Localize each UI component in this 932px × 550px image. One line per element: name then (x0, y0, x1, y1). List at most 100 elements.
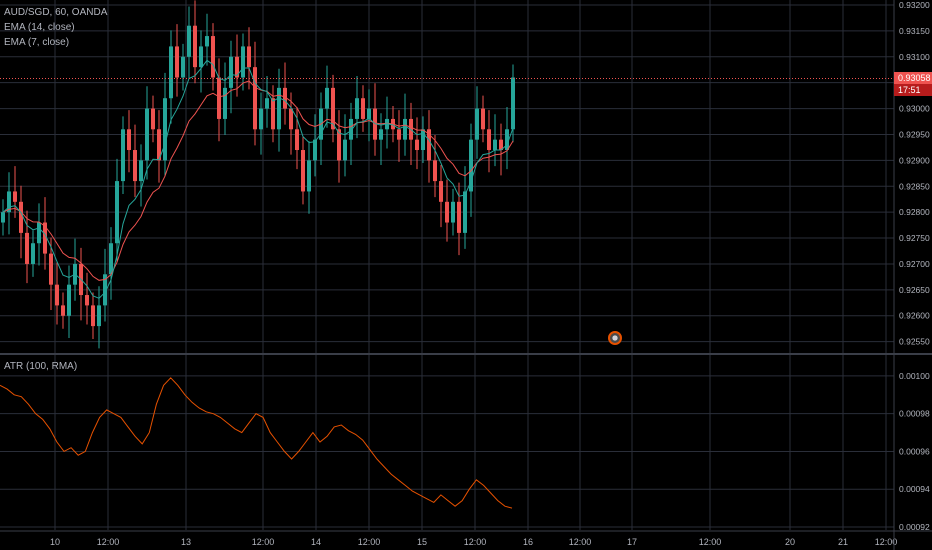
candle-body (277, 87, 281, 130)
candle-body (481, 108, 485, 130)
candle-body (181, 56, 185, 78)
chart-canvas[interactable]: 0.932000.931500.931000.930500.930000.929… (0, 0, 932, 550)
candle-body (445, 201, 449, 223)
time-tick-label: 10 (50, 537, 60, 547)
candle-body (139, 160, 143, 182)
time-tick-label: 12:00 (358, 537, 381, 547)
candle-body (343, 139, 347, 161)
candle-body (313, 139, 317, 161)
candle-body (1, 212, 5, 223)
candle-body (121, 129, 125, 182)
price-tick-label: 0.92950 (899, 129, 930, 139)
candle-body (163, 98, 167, 161)
candle-body (187, 25, 191, 57)
atr-tick-label: 0.00096 (899, 446, 930, 456)
candle-body (19, 201, 23, 233)
candle-body (241, 46, 245, 78)
candle-body (439, 181, 443, 202)
candle-body (367, 108, 371, 119)
price-tick-label: 0.92900 (899, 155, 930, 165)
candle-body (475, 108, 479, 140)
candle-body (361, 98, 365, 119)
time-tick-label: 12:00 (464, 537, 487, 547)
price-tick-label: 0.93200 (899, 0, 930, 10)
candle-body (403, 118, 407, 140)
price-tick-label: 0.92850 (899, 181, 930, 191)
candle-body (337, 129, 341, 161)
time-tick-label: 17 (627, 537, 637, 547)
candle-body (31, 243, 35, 264)
candle-body (217, 77, 221, 119)
candle-body (25, 232, 29, 264)
candle-body (193, 25, 197, 68)
candle-body (223, 87, 227, 119)
candle-body (457, 201, 461, 233)
candle-body (97, 305, 101, 327)
candle-body (115, 181, 119, 244)
candle-body (55, 284, 59, 306)
candle-body (421, 129, 425, 151)
atr-tick-label: 0.00100 (899, 371, 930, 381)
price-tick-label: 0.92750 (899, 233, 930, 243)
candle-body (13, 191, 17, 202)
candle-body (295, 129, 299, 151)
candle-body (355, 98, 359, 119)
candle-body (397, 129, 401, 140)
candle-body (415, 139, 419, 151)
candle-body (91, 305, 95, 327)
candle-body (379, 129, 383, 140)
candle-body (133, 150, 137, 182)
candle-body (487, 129, 491, 151)
candle-body (463, 191, 467, 233)
candle-body (151, 108, 155, 130)
time-tick-label: 20 (785, 537, 795, 547)
time-tick-label: 12:00 (252, 537, 275, 547)
atr-line (0, 377, 513, 509)
legend-atr: ATR (100, RMA) (4, 361, 78, 372)
crosshair-marker[interactable] (608, 331, 622, 345)
candle-body (145, 108, 149, 161)
countdown-tag: 17:51 (894, 84, 932, 96)
candle-body (37, 222, 41, 244)
candle-body (265, 98, 269, 109)
candle-body (511, 77, 515, 130)
price-tick-label: 0.92600 (899, 311, 930, 321)
time-tick-label: 12:00 (569, 537, 592, 547)
time-tick-label: 13 (181, 537, 191, 547)
candle-body (205, 36, 209, 47)
candle-body (61, 305, 65, 316)
candle-body (211, 36, 215, 78)
price-tick-label: 0.93150 (899, 26, 930, 36)
price-tick-label: 0.92550 (899, 337, 930, 347)
legend-ema7: EMA (7, close) (4, 37, 70, 48)
candle-body (493, 139, 497, 151)
candle-body (247, 46, 251, 68)
candle-body (259, 108, 263, 130)
atr-tick-label: 0.00098 (899, 409, 930, 419)
price-tick-label: 0.92650 (899, 285, 930, 295)
candle-body (199, 46, 203, 68)
time-tick-label: 12:00 (699, 537, 722, 547)
candle-body (229, 56, 233, 88)
last-price-tag: 0.93058 (894, 72, 932, 84)
candle-body (85, 295, 89, 306)
legend-symbol: AUD/SGD, 60, OANDA (4, 7, 108, 18)
candle-body (169, 46, 173, 99)
price-tick-label: 0.93100 (899, 52, 930, 62)
candle-body (127, 129, 131, 151)
time-tick-label: 16 (523, 537, 533, 547)
candle-body (253, 67, 257, 130)
candle-body (433, 160, 437, 182)
time-tick-label: 21 (838, 537, 848, 547)
candle-body (325, 87, 329, 109)
candle-body (451, 201, 455, 223)
price-tick-label: 0.92700 (899, 259, 930, 269)
atr-tick-label: 0.00094 (899, 484, 930, 494)
legend-ema14: EMA (14, close) (4, 22, 75, 33)
candle-body (307, 160, 311, 192)
candle-body (301, 150, 305, 192)
price-tick-label: 0.93000 (899, 104, 930, 114)
time-tick-label: 14 (311, 537, 321, 547)
candle-body (271, 98, 275, 130)
time-tick-label: 15 (417, 537, 427, 547)
